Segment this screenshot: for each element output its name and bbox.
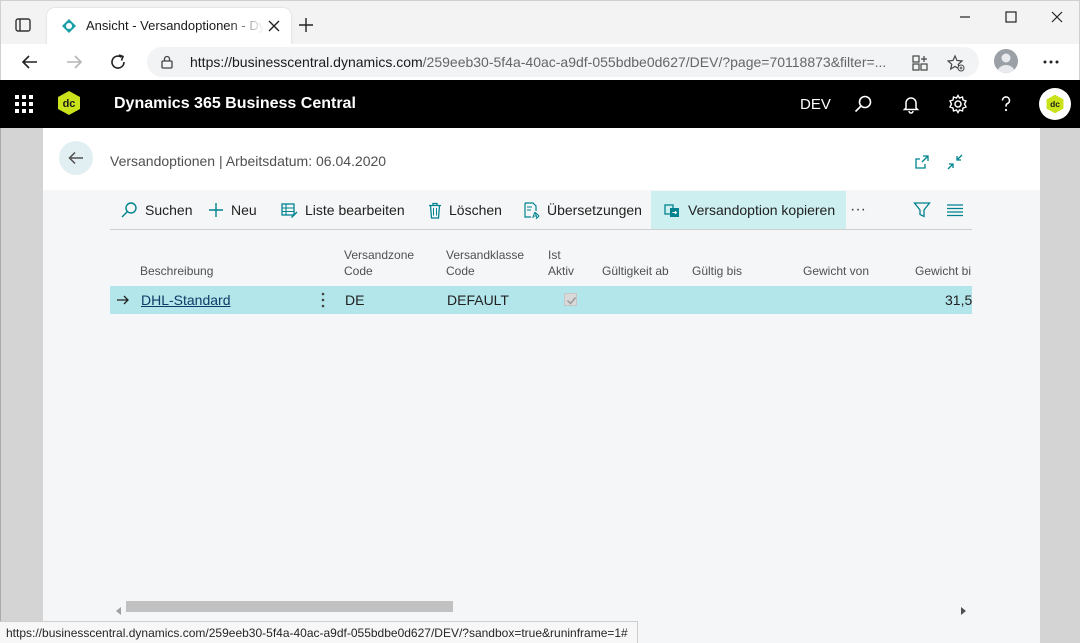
notifications-icon[interactable] (901, 94, 921, 114)
dynamics-favicon-icon (61, 18, 77, 34)
more-actions-button[interactable]: ··· (848, 191, 868, 229)
collapse-icon[interactable] (946, 153, 964, 171)
list-page: Versandoptionen | Arbeitsdatum: 06.04.20… (43, 128, 1040, 643)
cell-versandklasse-code[interactable]: DEFAULT (447, 292, 509, 308)
app-name[interactable]: Dynamics 365 Business Central (114, 95, 356, 113)
list-view-icon (947, 204, 963, 217)
list-view-button[interactable] (946, 191, 966, 229)
checkmark-icon (566, 297, 577, 305)
cell-ist-aktiv-checkbox[interactable] (564, 293, 577, 306)
edit-list-label: Liste bearbeiten (305, 202, 405, 218)
row-indicator-arrow-icon (116, 293, 130, 307)
filter-button[interactable] (913, 191, 933, 229)
browser-toolbar: https://businesscentral.dynamics.com/259… (0, 44, 1080, 80)
search-icon (121, 202, 137, 218)
cell-versandzone-code[interactable]: DE (345, 292, 364, 308)
profile-avatar-icon[interactable] (994, 49, 1018, 73)
cell-beschreibung[interactable]: DHL-Standard (141, 292, 231, 308)
browser-tab[interactable]: Ansicht - Versandoptionen - Dynamics 365… (47, 8, 291, 45)
back-button[interactable] (59, 141, 93, 175)
tab-title: Ansicht - Versandoptionen - Dynamics 365… (86, 18, 264, 33)
tab-actions-icon[interactable] (13, 15, 33, 35)
app-launcher-icon[interactable] (15, 95, 33, 113)
copy-icon (664, 203, 679, 217)
more-actions-label: ··· (850, 201, 866, 218)
window-maximize-icon[interactable] (998, 7, 1024, 27)
lock-icon[interactable] (160, 55, 174, 69)
search-button[interactable]: Suchen (120, 191, 192, 229)
data-grid: Beschreibung Versandzone Code Versandklas… (110, 231, 972, 611)
svg-text:dc: dc (63, 98, 76, 110)
table-row[interactable]: DHL-Standard DE DEFAULT 31,5( (110, 286, 972, 314)
copy-shipping-option-button[interactable]: Versandoption kopieren (651, 191, 846, 229)
scrollbar-thumb[interactable] (126, 601, 453, 612)
window-close-icon[interactable] (1044, 7, 1070, 27)
user-avatar[interactable]: dc (1039, 88, 1071, 120)
new-button[interactable]: Neu (208, 191, 257, 229)
trash-icon (429, 202, 441, 219)
content-area: Versandoptionen | Arbeitsdatum: 06.04.20… (0, 128, 1080, 643)
app-header: dc Dynamics 365 Business Central DEV dc (0, 80, 1080, 128)
scroll-right-arrow-icon[interactable] (959, 602, 967, 615)
url-text[interactable]: https://businesscentral.dynamics.com/259… (190, 54, 890, 70)
translations-button[interactable]: A Übersetzungen (523, 191, 642, 229)
page-title: Versandoptionen | Arbeitsdatum: 06.04.20… (110, 153, 387, 169)
scroll-left-arrow-icon[interactable] (115, 602, 123, 615)
settings-gear-icon[interactable] (948, 94, 968, 114)
column-header-versandklasse-code[interactable]: Versandklasse Code (446, 247, 524, 279)
column-header-gewicht-von[interactable]: Gewicht von (803, 263, 869, 279)
browser-menu-icon[interactable] (1041, 52, 1061, 72)
browser-tab-strip: Ansicht - Versandoptionen - Dynamics 365… (0, 0, 1080, 45)
browser-status-bar: https://businesscentral.dynamics.com/259… (0, 621, 638, 643)
open-in-new-window-icon[interactable] (913, 153, 931, 171)
edit-list-button[interactable]: Liste bearbeiten (281, 191, 405, 229)
column-header-gueltigkeit-ab[interactable]: Gültigkeit ab (602, 263, 669, 279)
column-header-beschreibung[interactable]: Beschreibung (140, 263, 213, 279)
browser-forward-icon[interactable] (64, 52, 84, 72)
action-bar: Suchen Neu Liste bearbeiten Löschen A Üb… (110, 191, 972, 230)
browser-back-icon[interactable] (20, 52, 40, 72)
translations-icon: A (524, 201, 540, 219)
translations-label: Übersetzungen (547, 202, 642, 218)
row-actions-icon[interactable] (318, 290, 328, 310)
delete-label: Löschen (449, 202, 502, 218)
search-label: Suchen (145, 202, 193, 218)
horizontal-scrollbar[interactable] (110, 598, 972, 615)
column-header-versandzone-code[interactable]: Versandzone Code (344, 247, 414, 279)
cell-gewicht-bis[interactable]: 31,5( (945, 292, 972, 308)
filter-icon (913, 202, 931, 218)
column-header-gueltig-bis[interactable]: Gültig bis (692, 263, 742, 279)
help-icon[interactable] (996, 94, 1016, 114)
column-header-ist-aktiv[interactable]: Ist Aktiv (548, 247, 574, 279)
page-header: Versandoptionen | Arbeitsdatum: 06.04.20… (43, 128, 1040, 190)
copy-shipping-option-label: Versandoption kopieren (688, 202, 836, 218)
search-icon[interactable] (853, 94, 873, 114)
environment-label[interactable]: DEV (800, 96, 831, 113)
new-tab-icon[interactable] (297, 16, 315, 34)
app-available-icon[interactable] (911, 54, 929, 72)
plus-icon (209, 203, 223, 217)
new-label: Neu (231, 202, 257, 218)
svg-text:dc: dc (1050, 99, 1060, 109)
dc-logo-icon: dc (56, 90, 82, 116)
delete-button[interactable]: Löschen (428, 191, 502, 229)
address-bar[interactable]: https://businesscentral.dynamics.com/259… (147, 47, 979, 77)
column-header-gewicht-bis[interactable]: Gewicht bi (915, 263, 971, 279)
tab-close-icon[interactable] (267, 19, 281, 33)
add-favorite-icon[interactable] (946, 54, 965, 72)
browser-reload-icon[interactable] (108, 52, 128, 72)
window-minimize-icon[interactable] (952, 7, 978, 27)
edit-list-icon (281, 202, 298, 218)
